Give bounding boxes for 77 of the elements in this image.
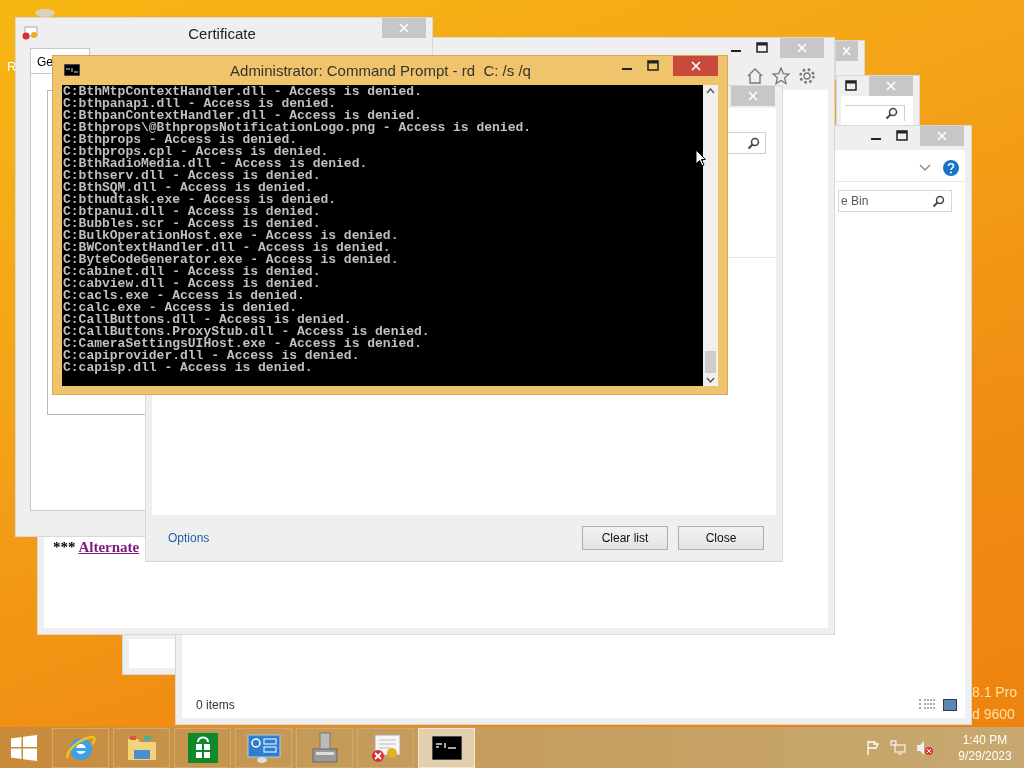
window-title: Administrator: Command Prompt - rd C: /s /q — [229, 61, 532, 81]
page-link[interactable]: Alternate — [78, 538, 140, 555]
console-line: C:capisp.dll - Access is denied. — [63, 362, 314, 374]
scrollbar[interactable] — [703, 85, 718, 386]
desktop-icon-label: R — [7, 58, 17, 76]
search-text: e Bin — [841, 193, 869, 210]
status-text: 0 items — [196, 697, 235, 714]
console-line: C:bthpanapi.dll - Access is denied. — [63, 98, 338, 110]
close-icon — [843, 46, 851, 56]
flag-icon[interactable] — [866, 739, 880, 756]
dialog-button[interactable]: Clear list — [582, 526, 668, 550]
console-line: C:cabinet.dll - Access is denied. — [63, 266, 322, 278]
console-line: C:BulkOperationHost.exe - Access is denied. — [63, 230, 400, 242]
close-icon — [797, 43, 807, 53]
clock-time: 1:40 PM — [962, 731, 1008, 748]
thumbnail-view-icon[interactable] — [943, 699, 957, 711]
scroll-up-icon — [706, 88, 715, 94]
certificate-icon — [369, 733, 402, 763]
console-line: C:bthserv.dll - Access is denied. — [63, 170, 322, 182]
windows-logo-icon — [11, 735, 37, 761]
home-icon[interactable] — [746, 67, 764, 85]
console-line: C:BthSQM.dll - Access is denied. — [63, 182, 313, 194]
certificate-icon — [22, 26, 38, 40]
close-icon — [399, 23, 409, 33]
close-icon — [937, 131, 947, 141]
search-icon[interactable] — [747, 136, 760, 150]
maximize-icon[interactable] — [896, 130, 908, 142]
dialog-button[interactable]: Close — [678, 526, 764, 550]
console-line: C:calc.exe - Access is denied. — [63, 302, 298, 314]
help-icon[interactable] — [943, 159, 959, 176]
console-line: C:Bthprops - Access is denied. — [63, 134, 298, 146]
console-line: C:BWContextHandler.dll - Access is denied. — [63, 242, 391, 254]
maximize-icon[interactable] — [647, 60, 659, 72]
close-icon — [886, 81, 896, 91]
console-line: C:CameraSettingsUIHost.exe - Access is denied. — [63, 338, 423, 350]
window-title: Certificate — [188, 24, 256, 44]
options-link[interactable]: Options — [168, 529, 210, 547]
search-icon[interactable] — [885, 107, 898, 120]
clock-date: 9/29/2023 — [958, 747, 1012, 764]
volume-muted-icon[interactable] — [916, 739, 934, 756]
console-icon — [64, 64, 80, 76]
console-line: C:Bthprops\@BthpropsNotificationLogo.png - Access is denied. — [63, 122, 533, 134]
chevron-down-icon[interactable] — [919, 163, 931, 172]
details-view-icon[interactable] — [919, 699, 935, 711]
search-field[interactable]: e Bin — [838, 190, 952, 212]
store-icon — [187, 733, 218, 763]
console-line: C:capiprovider.dll - Access is denied. — [63, 350, 361, 362]
scroll-down-icon — [706, 377, 715, 383]
search-icon[interactable] — [932, 194, 945, 208]
console-line: C:CallButtons.dll - Access is denied. — [63, 314, 352, 326]
scroll-thumb[interactable] — [705, 351, 716, 373]
close-icon — [690, 61, 701, 71]
control-panel-icon — [246, 733, 281, 763]
edition-text: d 9600 — [972, 706, 1016, 722]
search-field[interactable] — [845, 105, 905, 121]
folder-icon — [125, 733, 158, 763]
star-icon[interactable] — [772, 67, 790, 85]
console-line: C:CallButtons.ProxyStub.dll - Access is denied. — [63, 326, 431, 338]
console-line: C:btpanui.dll - Access is denied. — [63, 206, 322, 218]
console-line: C:bthprops.cpl - Access is denied. — [63, 146, 329, 158]
close-button[interactable] — [673, 56, 718, 76]
computer-tool-icon — [309, 732, 340, 764]
console-line: C:ByteCodeGenerator.exe - Access is denied. — [63, 254, 400, 266]
console-line: C:cacls.exe - Access is denied. — [63, 290, 306, 302]
maximize-icon[interactable] — [756, 42, 768, 54]
console-icon — [431, 736, 462, 760]
settings-icon[interactable] — [798, 67, 816, 85]
console-line: C:cabview.dll - Access is denied. — [63, 278, 322, 290]
maximize-icon[interactable] — [845, 80, 857, 92]
console-line: C:BthMtpContextHandler.dll - Access is denied. — [63, 86, 423, 98]
console-line: C:BthpanContextHandler.dll - Access is denied. — [63, 110, 422, 122]
recycle-bin-icon — [34, 8, 56, 18]
edition-text: 8.1 Pro — [972, 684, 1018, 700]
console-line: C:bthudtask.exe - Access is denied. — [63, 194, 338, 206]
console-line: C:BthRadioMedia.dll - Access is denied. — [63, 158, 369, 170]
close-icon — [748, 91, 758, 101]
console-line: C:Bubbles.scr - Access is denied. — [63, 218, 321, 230]
